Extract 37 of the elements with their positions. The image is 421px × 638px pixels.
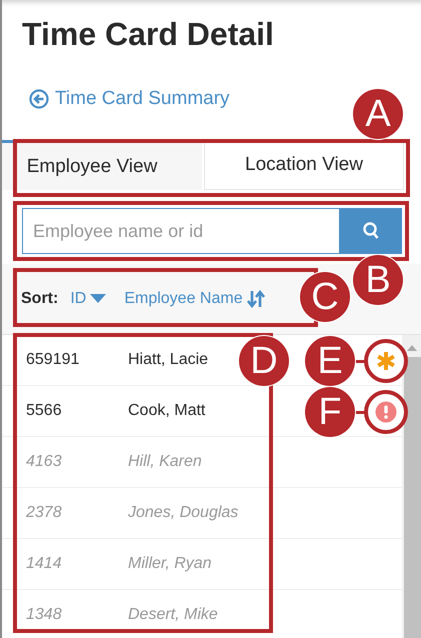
employee-id: 1414 (25, 555, 63, 573)
employee-row[interactable]: 1348 Desert, Mike (2, 590, 222, 638)
search-button[interactable] (340, 208, 402, 254)
page-title: Time Card Detail (21, 15, 275, 54)
sort-option[interactable]: ID (70, 290, 106, 308)
employee-row[interactable]: 4163 Hill, Karen (2, 437, 206, 487)
employee-name: Cook, Matt (128, 402, 206, 420)
employee-id: 5566 (25, 402, 63, 420)
employee-name: Miller, Ryan (128, 555, 212, 573)
employee-id: 659191 (25, 351, 80, 369)
employee-id: 2378 (25, 504, 63, 522)
employee-row[interactable]: 659191 Hiatt, Lacie (2, 335, 212, 385)
tab[interactable]: Employee View (2, 140, 202, 190)
employee-name: Jones, Douglas (128, 504, 238, 522)
callout-badge: F (305, 387, 355, 437)
scroll-up-icon (407, 345, 417, 351)
employee-id: 1348 (25, 606, 63, 624)
search-field[interactable]: Employee name or id (22, 208, 340, 254)
employee-row[interactable]: 1414 Miller, Ryan (2, 539, 216, 589)
sort-option[interactable]: Employee Name (124, 290, 265, 308)
callout-badge: D (239, 336, 289, 386)
search-icon (361, 221, 381, 241)
employee-row[interactable]: 2378 Jones, Douglas (2, 488, 242, 538)
callout-badge: E (305, 336, 355, 386)
scrollbar-thumb[interactable] (404, 357, 421, 638)
callout-badge: A (353, 89, 403, 139)
employee-name: Desert, Mike (128, 606, 218, 624)
employee-name: Hill, Karen (128, 453, 202, 471)
asterisk-icon (376, 351, 396, 371)
tab[interactable]: Location View (204, 140, 404, 190)
employee-name: Hiatt, Lacie (128, 351, 208, 369)
back-link[interactable]: Time Card Summary (29, 88, 230, 110)
employee-row[interactable]: 5566 Cook, Matt (2, 386, 210, 436)
employee-id: 4163 (25, 453, 63, 471)
sort-label: Sort: (21, 290, 58, 308)
alert-icon (375, 401, 397, 423)
scrollbar[interactable] (402, 335, 421, 638)
